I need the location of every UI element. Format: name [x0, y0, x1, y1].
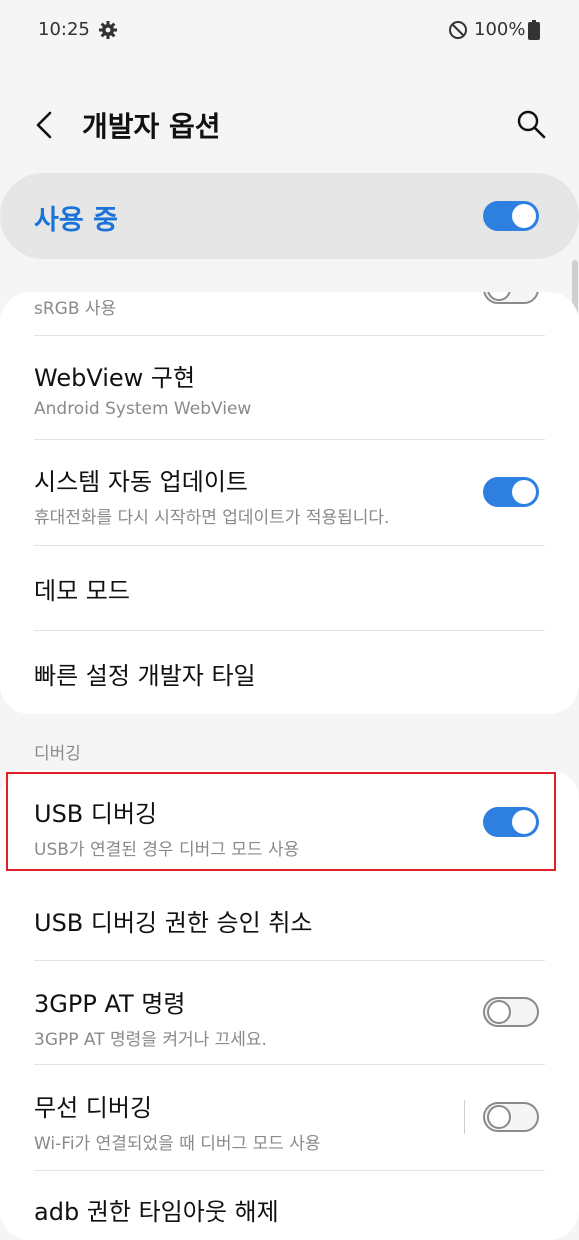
master-switch-label: 사용 중: [34, 205, 118, 236]
list-item-srgb[interactable]: sRGB 사용: [34, 288, 545, 319]
battery-percent: 100%: [474, 19, 526, 40]
item-title: 3GPP AT 명령: [34, 990, 186, 1018]
toggle-knob: [512, 204, 536, 228]
item-subtitle: 휴대전화를 다시 시작하면 업데이트가 적용됩니다.: [34, 508, 390, 528]
divider: [464, 1100, 465, 1134]
item-title: 데모 모드: [34, 577, 130, 605]
item-subtitle: sRGB 사용: [34, 299, 117, 319]
item-title: WebView 구현: [34, 364, 196, 392]
list-item-webview[interactable]: WebView 구현 Android System WebView: [34, 358, 545, 419]
item-title: 무선 디버깅: [34, 1094, 153, 1122]
developer-options-master-switch[interactable]: 사용 중: [0, 173, 579, 259]
divider: [34, 1064, 545, 1065]
3gpp-at-toggle[interactable]: [483, 997, 539, 1027]
list-item-adb-timeout[interactable]: adb 권한 타임아웃 해제: [34, 1192, 545, 1227]
divider: [34, 960, 545, 961]
app-header: 개발자 옵션: [0, 95, 579, 155]
item-subtitle: Wi-Fi가 연결되었을 때 디버그 모드 사용: [34, 1134, 321, 1154]
section-header-debugging: 디버깅: [34, 744, 81, 764]
do-not-disturb-icon: [449, 21, 467, 39]
wireless-debugging-toggle[interactable]: [483, 1102, 539, 1132]
divider: [34, 439, 545, 440]
divider: [34, 630, 545, 631]
divider: [34, 335, 545, 336]
back-arrow-icon[interactable]: [30, 109, 60, 141]
list-item-revoke-usb-auth[interactable]: USB 디버깅 권한 승인 취소: [34, 903, 545, 938]
toggle-knob: [487, 1105, 511, 1129]
divider: [34, 1170, 545, 1171]
toggle-knob: [512, 480, 536, 504]
item-title: 빠른 설정 개발자 타일: [34, 662, 256, 690]
battery-icon: [528, 20, 540, 40]
gear-icon: [99, 21, 117, 39]
status-time: 10:25: [38, 19, 90, 40]
list-item-demo-mode[interactable]: 데모 모드: [34, 571, 545, 606]
list-item-quick-settings-tiles[interactable]: 빠른 설정 개발자 타일: [34, 656, 545, 691]
item-title: USB 디버깅 권한 승인 취소: [34, 909, 313, 937]
page-title: 개발자 옵션: [82, 110, 221, 143]
highlight-box: [6, 772, 556, 871]
item-subtitle: 3GPP AT 명령을 켜거나 끄세요.: [34, 1030, 267, 1050]
status-bar: 10:25 100%: [0, 0, 579, 60]
system-auto-update-toggle[interactable]: [483, 477, 539, 507]
divider: [34, 545, 545, 546]
list-item-system-auto-update[interactable]: 시스템 자동 업데이트 휴대전화를 다시 시작하면 업데이트가 적용됩니다.: [34, 462, 545, 528]
item-subtitle: Android System WebView: [34, 399, 252, 419]
list-item-3gpp-at[interactable]: 3GPP AT 명령 3GPP AT 명령을 켜거나 끄세요.: [34, 984, 545, 1050]
list-item-wireless-debugging[interactable]: 무선 디버깅 Wi-Fi가 연결되었을 때 디버그 모드 사용: [34, 1088, 545, 1154]
item-title: adb 권한 타임아웃 해제: [34, 1198, 279, 1226]
search-icon[interactable]: [514, 107, 548, 141]
master-toggle[interactable]: [483, 201, 539, 231]
toggle-knob: [487, 1000, 511, 1024]
item-title: 시스템 자동 업데이트: [34, 468, 248, 496]
settings-card: sRGB 사용 WebView 구현 Android System WebVie…: [0, 292, 579, 714]
